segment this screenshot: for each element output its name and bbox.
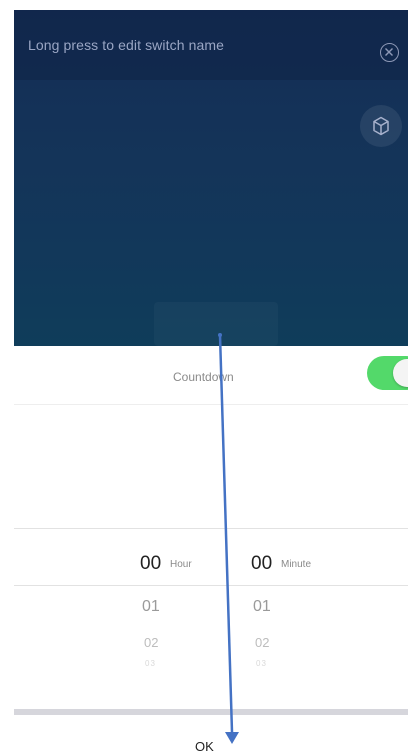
- countdown-label: Countdown: [173, 370, 234, 384]
- panel-highlight: [154, 302, 278, 346]
- countdown-row: Countdown: [14, 346, 408, 405]
- hour-selected-value[interactable]: 00: [140, 553, 161, 575]
- countdown-toggle[interactable]: [367, 356, 408, 390]
- hour-option[interactable]: 03: [145, 659, 156, 668]
- minute-unit-label: Minute: [281, 559, 312, 570]
- countdown-sheet: Countdown 00 Hour 01 02 03 00 Minute 01 …: [0, 346, 408, 753]
- minute-option[interactable]: 03: [256, 659, 267, 668]
- hour-unit-label: Hour: [170, 559, 192, 570]
- picker-bottom-divider: [14, 585, 408, 586]
- minute-selected-value[interactable]: 00: [251, 553, 272, 575]
- hour-option[interactable]: 02: [144, 635, 158, 650]
- sheet-separator: [14, 709, 408, 715]
- switch-name-hint[interactable]: Long press to edit switch name: [28, 37, 224, 53]
- minute-option[interactable]: 01: [253, 598, 271, 616]
- close-icon[interactable]: [380, 43, 399, 62]
- screen: Long press to edit switch name Countdown…: [0, 0, 408, 753]
- device-panel: Long press to edit switch name: [14, 10, 408, 346]
- picker-top-divider: [14, 528, 408, 529]
- toggle-knob[interactable]: [393, 359, 408, 387]
- ok-button[interactable]: OK: [191, 737, 218, 753]
- minute-option[interactable]: 02: [255, 635, 269, 650]
- hint-bar: Long press to edit switch name: [14, 10, 408, 80]
- hour-option[interactable]: 01: [142, 598, 160, 616]
- cube-icon[interactable]: [360, 105, 402, 147]
